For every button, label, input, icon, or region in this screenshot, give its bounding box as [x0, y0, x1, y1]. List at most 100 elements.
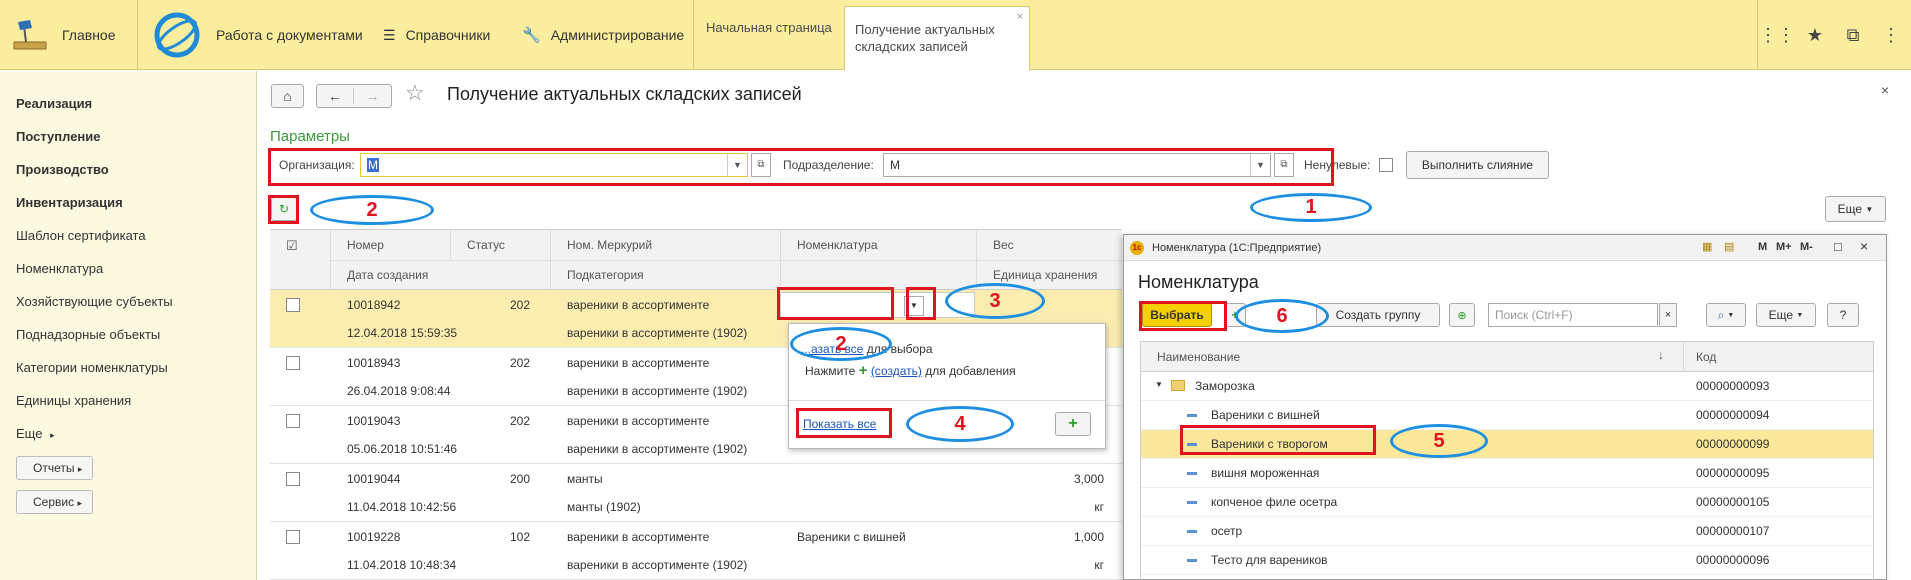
arrow-right-icon[interactable]: →	[354, 88, 391, 104]
tree-row-folder[interactable]: ▼ Заморозка 00000000093	[1141, 372, 1873, 401]
col-divider	[450, 230, 451, 260]
params-link[interactable]: Параметры	[270, 128, 350, 145]
sidebar-item-more[interactable]: Еще ▸	[16, 417, 256, 450]
tab-start-page[interactable]: Начальная страница	[696, 6, 844, 70]
favorite-star-icon[interactable]: ☆	[405, 80, 425, 106]
sidebar-item-categories[interactable]: Категории номенклатуры	[16, 351, 256, 384]
tab-warehouse-records[interactable]: Получение актуальных складских записей ×	[844, 6, 1030, 70]
home-section[interactable]: Главное	[0, 0, 138, 70]
cell-merc: манты	[567, 472, 603, 486]
col-name[interactable]: Наименование	[1157, 350, 1240, 364]
tree-row[interactable]: вишня мороженная 00000000095	[1141, 459, 1873, 488]
back-forward-buttons[interactable]: ← →	[316, 84, 392, 108]
col-subcategory[interactable]: Подкатегория	[567, 268, 644, 282]
col-weight[interactable]: Вес	[993, 238, 1014, 252]
arrow-left-icon[interactable]: ←	[317, 88, 355, 104]
chevron-down-icon[interactable]: ▼	[1250, 154, 1270, 176]
help-button[interactable]: ?	[1827, 303, 1859, 327]
tree-row[interactable]: Тесто для вареников 00000000096	[1141, 546, 1873, 575]
org-field[interactable]: М ▼	[360, 153, 748, 177]
row-checkbox[interactable]	[286, 472, 300, 486]
row-checkbox[interactable]	[286, 530, 300, 544]
search-input[interactable]: Поиск (Ctrl+F)	[1488, 303, 1658, 327]
show-all-label[interactable]: Показать все	[803, 417, 876, 431]
tree-row-selected[interactable]: Вареники с творогом 00000000099	[1141, 430, 1873, 459]
show-all-link[interactable]: Показать все	[803, 417, 876, 431]
create-group-button[interactable]: Создать группу	[1316, 303, 1440, 327]
close-form-icon[interactable]: ×	[1881, 82, 1889, 98]
sidebar-item-certificate[interactable]: Шаблон сертификата	[16, 219, 256, 252]
open-icon[interactable]: ⧉	[1274, 153, 1294, 177]
search-button[interactable]: ⌕ ▼	[1706, 303, 1746, 327]
row-checkbox[interactable]	[286, 356, 300, 370]
m-plus-button[interactable]: M+	[1776, 241, 1792, 253]
refresh-button[interactable]: ↻	[271, 197, 297, 221]
col-unit[interactable]: Единица хранения	[993, 268, 1097, 282]
chevron-down-icon[interactable]: ▼	[904, 296, 924, 316]
item-icon	[1187, 414, 1197, 417]
copy-button[interactable]: ⊕	[1449, 303, 1475, 327]
cell-subcat: вареники в ассортименте (1902)	[567, 326, 748, 340]
row-checkbox[interactable]	[286, 298, 300, 312]
menu-dots-icon[interactable]: ⋮	[1872, 0, 1910, 70]
merge-button[interactable]: Выполнить слияние	[1406, 151, 1549, 179]
nomenclature-table: Наименование ↓ Код ▼ Заморозка 000000000…	[1140, 341, 1874, 580]
cell-created: 11.04.2018 10:48:34	[347, 558, 457, 572]
star-icon[interactable]: ★	[1796, 0, 1834, 70]
close-icon[interactable]: ×	[1860, 238, 1868, 254]
reports-button[interactable]: Отчеты ▸	[16, 456, 94, 480]
more-button[interactable]: Еще ▼	[1825, 196, 1886, 222]
sidebar-item-supervised[interactable]: Поднадзорные объекты	[16, 318, 256, 351]
tree-row[interactable]: копченое филе осетра 00000000105	[1141, 488, 1873, 517]
sidebar-item-inventory[interactable]: Инвентаризация	[16, 186, 256, 219]
calc-icon[interactable]: ▤	[1724, 240, 1734, 253]
col-created[interactable]: Дата создания	[347, 268, 428, 282]
maximize-icon[interactable]: □	[1834, 239, 1842, 254]
service-label: Сервис	[33, 495, 75, 509]
col-number[interactable]: Номер	[347, 238, 384, 252]
col-status[interactable]: Статус	[467, 238, 505, 252]
dialog-more-button[interactable]: Еще ▼	[1756, 303, 1816, 327]
chevron-down-icon[interactable]: ▼	[727, 154, 747, 176]
nonzero-checkbox[interactable]	[1379, 158, 1393, 172]
tree-row[interactable]: осетр 00000000107	[1141, 517, 1873, 546]
home-button[interactable]: ⌂	[271, 84, 304, 108]
history-icon[interactable]: ⧉	[1834, 0, 1872, 70]
cell-merc: вареники в ассортименте	[567, 414, 710, 428]
m-button[interactable]: M	[1758, 241, 1767, 253]
sidebar-item-units[interactable]: Единицы хранения	[16, 384, 256, 417]
sidebar-item-sales[interactable]: Реализация	[16, 87, 256, 120]
nomenclature-dialog: 1c Номенклатура (1С:Предприятие) ▦ ▤ M M…	[1123, 234, 1887, 580]
service-button[interactable]: Сервис ▸	[16, 490, 93, 514]
sidebar-item-production[interactable]: Производство	[16, 153, 256, 186]
table-row[interactable]: 10019228 102 вареники в ассортименте Вар…	[270, 522, 1122, 580]
m-minus-button[interactable]: M-	[1800, 241, 1813, 253]
tree-row[interactable]: Вареники с вишней 00000000094	[1141, 401, 1873, 430]
open-icon[interactable]: ⧉	[751, 153, 771, 177]
menu-references[interactable]: ☰ Справочники	[383, 0, 490, 70]
caret-down-icon[interactable]: ▼	[1155, 380, 1163, 389]
col-code[interactable]: Код	[1696, 350, 1716, 364]
add-button[interactable]: +	[1055, 412, 1091, 436]
clear-search-button[interactable]: ×	[1659, 303, 1677, 327]
menu-admin[interactable]: 🔧 Администрирование	[522, 0, 684, 70]
check-all-icon[interactable]: ☑	[286, 238, 298, 254]
row-code: 00000000093	[1696, 379, 1770, 393]
calendar-icon[interactable]: ▦	[1702, 240, 1712, 253]
apps-grid-icon[interactable]: ⋮⋮	[1758, 0, 1796, 70]
row-checkbox[interactable]	[286, 414, 300, 428]
table-row[interactable]: 10019044 200 манты 3,000 11.04.2018 10:4…	[270, 464, 1122, 522]
sort-arrow-icon[interactable]: ↓	[1658, 348, 1664, 362]
select-button[interactable]: Выбрать	[1142, 303, 1212, 327]
dialog-window-title: Номенклатура (1С:Предприятие)	[1152, 242, 1322, 254]
create-link[interactable]: (создать)	[871, 364, 922, 378]
col-merc[interactable]: Ном. Меркурий	[567, 238, 652, 252]
tab-close-icon[interactable]: ×	[1017, 9, 1023, 26]
dept-field[interactable]: М ▼	[883, 153, 1271, 177]
sidebar-item-nomenclature[interactable]: Номенклатура	[16, 252, 256, 285]
search-placeholder: Поиск (Ctrl+F)	[1495, 308, 1573, 322]
menu-documents[interactable]: Работа с документами	[216, 0, 363, 70]
col-nomenclature[interactable]: Номенклатура	[797, 238, 878, 252]
sidebar-item-receipts[interactable]: Поступление	[16, 120, 256, 153]
sidebar-item-entities[interactable]: Хозяйствующие субъекты	[16, 285, 256, 318]
